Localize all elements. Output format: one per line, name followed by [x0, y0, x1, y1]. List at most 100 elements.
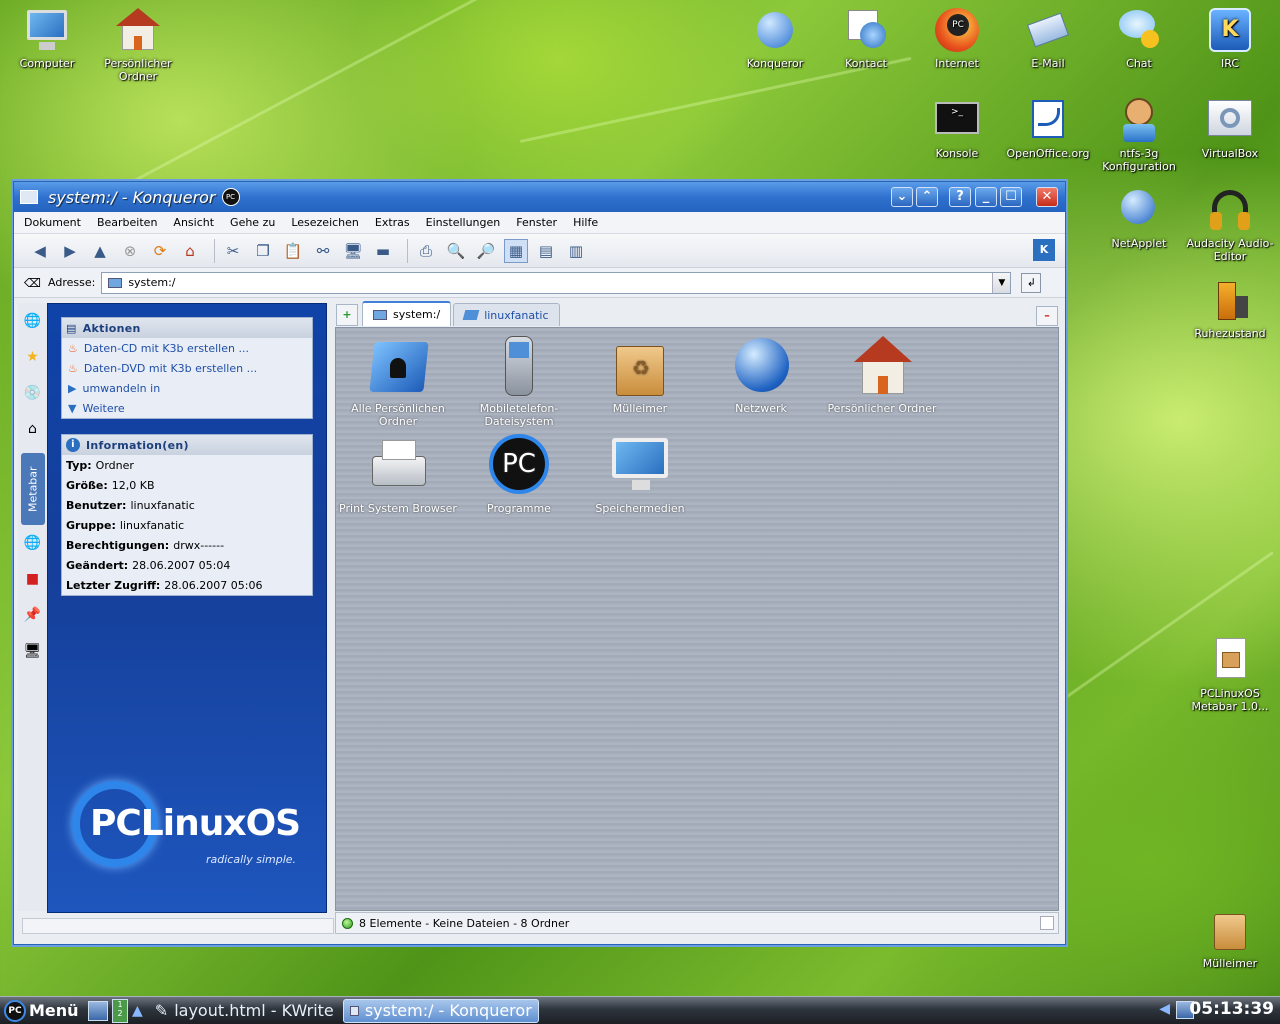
- desktop-icon-ntfs[interactable]: ntfs-3g Konfiguration: [1093, 96, 1185, 173]
- cut-icon[interactable]: ✂: [221, 239, 245, 263]
- menu-fenster[interactable]: Fenster: [516, 216, 557, 229]
- file-programs[interactable]: PC Programme: [459, 434, 579, 515]
- file-icon-view[interactable]: Alle Persönlichen Ordner Mobiletelefon-D…: [335, 327, 1059, 911]
- home-icon[interactable]: ⌂: [178, 239, 202, 263]
- desktop-icon-audacity[interactable]: Audacity Audio-Editor: [1184, 186, 1276, 263]
- home-icon: [114, 6, 162, 54]
- desktop-pager-icon[interactable]: 12: [112, 998, 128, 1023]
- desktop-icon-chat[interactable]: Chat: [1093, 6, 1185, 70]
- desktop-icon-kontact[interactable]: Kontact: [820, 6, 912, 70]
- desktop-icon-konqueror[interactable]: Konqueror: [729, 6, 821, 70]
- desktop-icon-openoffice[interactable]: OpenOffice.org: [1002, 96, 1094, 160]
- menu-dokument[interactable]: Dokument: [24, 216, 81, 229]
- help-button[interactable]: ?: [949, 187, 971, 207]
- forward-arrow-icon[interactable]: ▶: [58, 239, 82, 263]
- start-menu-button[interactable]: PC Menü: [0, 997, 88, 1024]
- shade-down-button[interactable]: ⌄: [891, 187, 913, 207]
- tab-linuxfanatic[interactable]: linuxfanatic: [453, 303, 560, 326]
- actions-header[interactable]: ▤ Aktionen: [62, 318, 312, 338]
- stop-icon[interactable]: ⊗: [118, 239, 142, 263]
- file-all-home-folders[interactable]: Alle Persönlichen Ordner: [338, 334, 458, 428]
- tray-arrow-icon[interactable]: ◀: [1159, 1001, 1170, 1017]
- menu-bearbeiten[interactable]: Bearbeiten: [97, 216, 157, 229]
- task-konqueror[interactable]: system:/ - Konqueror: [342, 998, 539, 1023]
- zoom-out-icon[interactable]: 🔎: [474, 239, 498, 263]
- zoom-in-icon[interactable]: 🔍: [444, 239, 468, 263]
- copy-icon[interactable]: ❐: [251, 239, 275, 263]
- clear-address-icon[interactable]: ⌫: [24, 276, 42, 290]
- address-dropdown-arrow[interactable]: ▼: [992, 272, 1011, 293]
- menu-lesezeichen[interactable]: Lesezeichen: [291, 216, 359, 229]
- action-convert[interactable]: ▶ umwandeln in: [62, 378, 312, 398]
- file-mobile-phone-fs[interactable]: Mobiletelefon-Dateisystem: [459, 334, 579, 428]
- menu-extras[interactable]: Extras: [375, 216, 410, 229]
- services-pin-icon[interactable]: 📌: [21, 603, 45, 627]
- menu-einstellungen[interactable]: Einstellungen: [426, 216, 501, 229]
- resize-grip-icon[interactable]: [1040, 916, 1054, 930]
- network-globe-icon: [729, 334, 793, 398]
- close-tab-button[interactable]: –: [1036, 306, 1058, 326]
- paste-icon[interactable]: 📋: [281, 239, 305, 263]
- terminal-icon[interactable]: ▬: [371, 239, 395, 263]
- action-burn-cd[interactable]: ♨ Daten-CD mit K3b erstellen ...: [62, 338, 312, 358]
- kde-logo-icon[interactable]: K: [1033, 239, 1055, 261]
- tree-view-icon[interactable]: ▤: [534, 239, 558, 263]
- go-button[interactable]: ↲: [1021, 272, 1042, 293]
- desktop-icon-home[interactable]: Persönlicher Ordner: [92, 6, 184, 83]
- show-desktop-icon[interactable]: [88, 1000, 108, 1021]
- battery-icon: [1206, 276, 1254, 324]
- desktop-icon-trash[interactable]: Mülleimer: [1184, 906, 1276, 970]
- desktop-icon-internet[interactable]: PC Internet: [911, 6, 1003, 70]
- icon-view-icon[interactable]: ▦: [504, 238, 528, 263]
- shade-up-button[interactable]: ⌃: [916, 187, 938, 207]
- action-burn-dvd[interactable]: ♨ Daten-DVD mit K3b erstellen ...: [62, 358, 312, 378]
- desktop-icon-computer[interactable]: Computer: [1, 6, 93, 70]
- taskbar-expand-arrow-icon[interactable]: ▲: [132, 1003, 143, 1019]
- print-icon[interactable]: ⎙: [414, 239, 438, 263]
- new-tab-button[interactable]: +: [336, 304, 358, 326]
- desktop-icon-virtualbox[interactable]: VirtualBox: [1184, 96, 1276, 160]
- information-header[interactable]: i Information(en): [62, 435, 312, 455]
- file-trash[interactable]: ♻ Mülleimer: [580, 334, 700, 415]
- desktop-icon-suspend[interactable]: Ruhezustand: [1184, 276, 1276, 340]
- minimize-button[interactable]: _: [975, 187, 997, 207]
- maximize-button[interactable]: ☐: [1000, 187, 1022, 207]
- up-arrow-icon[interactable]: ▲: [88, 239, 112, 263]
- file-print-system-browser[interactable]: Print System Browser: [338, 434, 458, 515]
- desktop-icon-email[interactable]: E-Mail: [1002, 6, 1094, 70]
- desktop-icon-konsole[interactable]: >_ Konsole: [911, 96, 1003, 160]
- bookmarks-star-icon[interactable]: ★: [21, 345, 45, 369]
- desktop-icon-irc[interactable]: K IRC: [1184, 6, 1276, 70]
- metabar-tab[interactable]: Metabar: [20, 453, 45, 525]
- sidebar-status-area: [22, 918, 334, 934]
- tab-system[interactable]: system:/: [362, 301, 452, 326]
- close-button[interactable]: ✕: [1036, 187, 1058, 207]
- back-arrow-icon[interactable]: ◀: [28, 239, 52, 263]
- root-folder-icon[interactable]: ■: [21, 567, 45, 591]
- file-network[interactable]: Netzwerk: [701, 334, 821, 415]
- task-kwrite[interactable]: ✎ layout.html - KWrite: [149, 999, 339, 1023]
- menu-hilfe[interactable]: Hilfe: [573, 216, 598, 229]
- desktop-icon-metabar-package[interactable]: PCLinuxOS Metabar 1.0...: [1184, 636, 1276, 713]
- desktop-icon-netapplet[interactable]: NetApplet: [1093, 186, 1185, 250]
- action-more[interactable]: ▼ Weitere: [62, 398, 312, 418]
- taskbar-clock[interactable]: 05:13:39: [1189, 999, 1274, 1019]
- network-monitor-icon[interactable]: 🖥: [341, 239, 365, 263]
- network-icon[interactable]: 🌐: [21, 531, 45, 555]
- file-storage-media[interactable]: Speichermedien: [580, 434, 700, 515]
- columns-view-icon[interactable]: ▥: [564, 239, 588, 263]
- window-app-icon[interactable]: [20, 190, 38, 204]
- menu-gehe-zu[interactable]: Gehe zu: [230, 216, 275, 229]
- kwrite-icon: ✎: [154, 1001, 169, 1020]
- computer-icon[interactable]: 🖥: [21, 639, 45, 663]
- web-globe-icon[interactable]: 🌐: [21, 309, 45, 333]
- virtualbox-icon: [1206, 96, 1254, 144]
- reload-icon[interactable]: ⟳: [148, 239, 172, 263]
- address-input[interactable]: system:/ ▼: [101, 271, 1012, 294]
- find-binoculars-icon[interactable]: ⚯: [311, 239, 335, 263]
- menu-ansicht[interactable]: Ansicht: [173, 216, 214, 229]
- devices-icon[interactable]: 💿: [21, 381, 45, 405]
- file-home-folder[interactable]: Persönlicher Ordner: [822, 334, 942, 415]
- window-titlebar[interactable]: system:/ - Konqueror PC ⌄ ⌃ ? _ ☐ ✕: [14, 182, 1065, 212]
- home-folder-icon[interactable]: ⌂: [21, 417, 45, 441]
